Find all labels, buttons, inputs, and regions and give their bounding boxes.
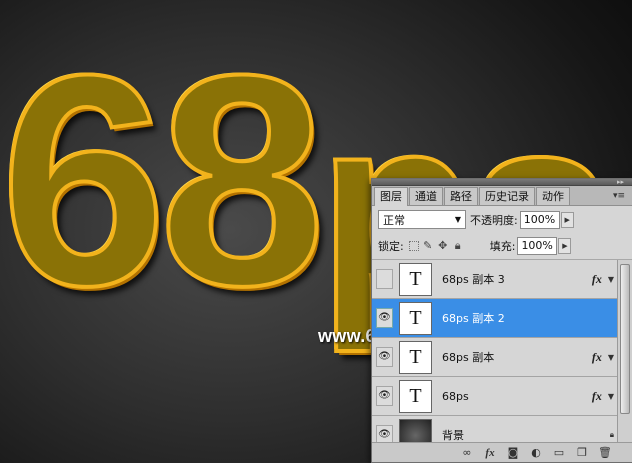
blend-mode-value: 正常 xyxy=(383,213,405,227)
scrollbar-thumb[interactable] xyxy=(620,264,630,414)
text-layer-thumbnail: T xyxy=(399,262,432,296)
trash-icon[interactable]: 🗑︎ xyxy=(598,446,612,460)
visibility-toggle[interactable]: 👁︎ xyxy=(376,269,393,289)
panel-menu-icon[interactable]: ▾≡ xyxy=(610,189,628,203)
panel-tabs: 图层 通道 路径 历史记录 动作 ▾≡ xyxy=(372,186,632,206)
collapse-icon[interactable]: ▸▸ xyxy=(617,179,624,186)
panel-title-bar[interactable]: ▸▸ xyxy=(372,179,632,186)
expand-effects-icon[interactable]: ▼ xyxy=(608,392,614,401)
fx-icon[interactable]: fx xyxy=(592,389,602,404)
layer-row[interactable]: 👁︎ T 68ps fx ▼ xyxy=(372,377,632,416)
fill-label: 填充: xyxy=(489,240,516,253)
blend-opacity-row: 正常 ▼ 不透明度: 100% ▶ xyxy=(372,206,632,233)
visibility-toggle[interactable]: 👁︎ xyxy=(376,308,393,328)
mask-icon[interactable]: ◙ xyxy=(506,446,520,460)
lock-label: 锁定: xyxy=(378,240,404,253)
fill-input[interactable]: 100% xyxy=(517,237,558,255)
text-layer-thumbnail: T xyxy=(399,301,432,335)
layer-name[interactable]: 68ps 副本 3 xyxy=(442,271,592,287)
tab-history[interactable]: 历史记录 xyxy=(479,187,535,205)
visibility-toggle[interactable]: 👁︎ xyxy=(376,386,393,406)
layer-row-selected[interactable]: 👁︎ T 68ps 副本 2 xyxy=(372,299,632,338)
tab-layers[interactable]: 图层 xyxy=(374,187,408,206)
layers-list: 👁︎ T 68ps 副本 3 fx ▼ 👁︎ T 68ps 副本 2 👁︎ T … xyxy=(372,260,632,444)
lock-brush-icon[interactable]: ✎ xyxy=(422,240,434,252)
fx-icon[interactable]: fx xyxy=(483,446,497,460)
visibility-toggle[interactable]: 👁︎ xyxy=(376,347,393,367)
opacity-input[interactable]: 100% xyxy=(519,210,560,229)
tab-paths[interactable]: 路径 xyxy=(444,187,478,205)
new-layer-icon[interactable]: ❐ xyxy=(575,446,589,460)
tab-actions[interactable]: 动作 xyxy=(536,187,570,205)
fx-icon[interactable]: fx xyxy=(592,350,602,365)
opacity-label: 不透明度: xyxy=(470,213,518,227)
fx-icon[interactable]: fx xyxy=(592,272,602,287)
lock-transparent-icon[interactable] xyxy=(408,241,419,251)
text-layer-thumbnail: T xyxy=(399,379,432,413)
adjustment-icon[interactable]: ◐ xyxy=(529,446,543,460)
canvas-text-68: 68 xyxy=(0,12,328,348)
lock-icon: 🔒︎ xyxy=(609,430,614,439)
link-icon[interactable]: ∞ xyxy=(460,446,474,460)
layers-scrollbar[interactable] xyxy=(617,260,632,444)
expand-effects-icon[interactable]: ▼ xyxy=(608,353,614,362)
lock-all-icon[interactable]: 🔒︎ xyxy=(452,240,464,252)
blend-mode-select[interactable]: 正常 ▼ xyxy=(378,210,466,229)
folder-icon[interactable]: ▭ xyxy=(552,446,566,460)
layers-panel: ▸▸ 图层 通道 路径 历史记录 动作 ▾≡ 正常 ▼ 不透明度: 100% ▶… xyxy=(371,178,632,463)
layer-name[interactable]: 68ps 副本 xyxy=(442,349,592,365)
text-layer-thumbnail: T xyxy=(399,340,432,374)
panel-footer: ∞ fx ◙ ◐ ▭ ❐ 🗑︎ xyxy=(372,442,632,462)
expand-effects-icon[interactable]: ▼ xyxy=(608,275,614,284)
layer-row[interactable]: 👁︎ T 68ps 副本 3 fx ▼ xyxy=(372,260,632,299)
opacity-slider-button[interactable]: ▶ xyxy=(560,211,574,228)
chevron-down-icon: ▼ xyxy=(454,215,461,224)
layer-row[interactable]: 👁︎ T 68ps 副本 fx ▼ xyxy=(372,338,632,377)
lock-move-icon[interactable]: ✥ xyxy=(437,240,449,252)
tab-channels[interactable]: 通道 xyxy=(409,187,443,205)
layer-row-background[interactable]: 👁︎ 背景 🔒︎ xyxy=(372,416,632,444)
layer-name[interactable]: 背景 xyxy=(442,427,610,443)
lock-fill-row: 锁定: ✎ ✥ 🔒︎ 填充: 100% ▶ xyxy=(372,233,632,260)
layer-name[interactable]: 68ps xyxy=(442,390,592,403)
layer-name[interactable]: 68ps 副本 2 xyxy=(442,310,614,326)
background-thumbnail xyxy=(399,418,432,444)
fill-slider-button[interactable]: ▶ xyxy=(558,238,572,254)
